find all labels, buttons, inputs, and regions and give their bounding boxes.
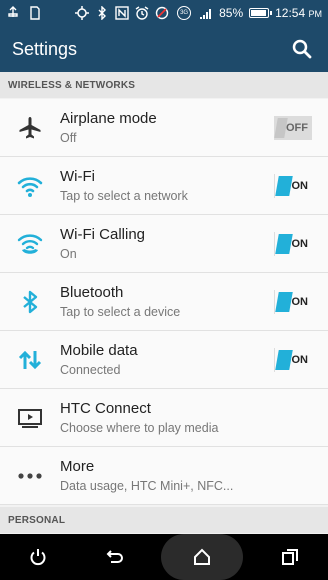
setting-htc-connect[interactable]: HTC Connect Choose where to play media [0, 389, 328, 447]
setting-subtitle: Data usage, HTC Mini+, NFC... [60, 479, 234, 493]
toggle-switch[interactable]: ON [274, 231, 312, 256]
toggle-knob [274, 117, 288, 138]
setting-subtitle: Choose where to play media [60, 421, 219, 435]
toggle-switch[interactable]: OFF [274, 115, 312, 140]
setting-subtitle: Connected [60, 363, 121, 377]
setting-subtitle: Tap to select a device [60, 305, 181, 319]
battery-icon [249, 8, 273, 18]
toggle-label: ON [291, 237, 309, 250]
toggle-knob [275, 175, 293, 196]
setting-more[interactable]: More Data usage, HTC Mini+, NFC... [0, 447, 328, 505]
toggle-knob [275, 233, 293, 254]
home-button[interactable] [161, 534, 244, 580]
bluetooth-icon [0, 273, 60, 331]
htc-connect-icon [0, 389, 60, 447]
setting-subtitle: On [60, 247, 77, 261]
setting-title: More [60, 458, 95, 475]
airplane-mode-toggle[interactable]: OFF [258, 99, 328, 157]
setting-text: Wi-Fi Tap to select a network [60, 168, 258, 203]
setting-text: More Data usage, HTC Mini+, NFC... [60, 458, 328, 493]
network-type-icon: 3G [175, 6, 193, 20]
toggle-label: OFF [286, 121, 308, 134]
setting-wifi-calling[interactable]: Wi-Fi Calling On ON [0, 215, 328, 273]
setting-mobile-data[interactable]: Mobile data Connected ON [0, 331, 328, 389]
setting-text: HTC Connect Choose where to play media [60, 400, 328, 435]
setting-title: HTC Connect [60, 400, 151, 417]
setting-subtitle: Tap to select a network [60, 189, 188, 203]
sim-card-icon [28, 6, 42, 20]
setting-text: Wi-Fi Calling On [60, 226, 258, 261]
navigation-bar [0, 534, 328, 580]
clock: 12:54 PM [275, 6, 322, 20]
toggle-knob [275, 349, 293, 370]
alarm-icon [135, 6, 149, 20]
wifi-toggle[interactable]: ON [258, 157, 328, 215]
wifi-calling-toggle[interactable]: ON [258, 215, 328, 273]
toggle-switch[interactable]: ON [274, 289, 312, 314]
mobile-data-toggle[interactable]: ON [258, 331, 328, 389]
back-button[interactable] [85, 534, 145, 580]
mobile-data-icon [0, 331, 60, 389]
network-type-label: 3G [180, 10, 189, 16]
recents-button[interactable] [260, 534, 320, 580]
toggle-label: ON [291, 295, 309, 308]
setting-title: Mobile data [60, 342, 138, 359]
settings-list: Airplane mode Off OFF Wi-Fi Tap to selec… [0, 99, 328, 505]
status-bar: 3G 85% 12:54 PM [0, 0, 328, 26]
power-button[interactable] [8, 534, 68, 580]
section-header-wireless: WIRELESS & NETWORKS [0, 72, 328, 98]
back-icon [106, 550, 123, 563]
setting-title: Airplane mode [60, 110, 157, 127]
bluetooth-icon [95, 6, 109, 20]
setting-bluetooth[interactable]: Bluetooth Tap to select a device ON [0, 273, 328, 331]
setting-text: Mobile data Connected [60, 342, 258, 377]
power-icon [30, 549, 46, 566]
setting-title: Bluetooth [60, 284, 124, 301]
setting-text: Airplane mode Off [60, 110, 258, 145]
signal-icon [199, 6, 213, 20]
toggle-label: ON [291, 353, 309, 366]
usb-icon [6, 6, 20, 20]
toggle-switch[interactable]: ON [274, 347, 312, 372]
app-bar: Settings [0, 26, 328, 72]
more-icon [0, 447, 60, 505]
clock-time: 12:54 [275, 6, 306, 20]
battery-percent: 85% [219, 6, 244, 20]
toggle-knob [275, 291, 293, 312]
toggle-switch[interactable]: ON [274, 173, 312, 198]
setting-title: Wi-Fi [60, 168, 95, 185]
nfc-icon [115, 6, 129, 20]
status-left-icons [6, 6, 42, 20]
wifi-calling-icon [0, 215, 60, 273]
setting-text: Bluetooth Tap to select a device [60, 284, 258, 319]
section-header-personal: PERSONAL [0, 507, 328, 533]
home-icon [194, 548, 211, 565]
toggle-label: ON [291, 179, 309, 192]
setting-title: Wi-Fi Calling [60, 226, 146, 243]
gps-icon [75, 6, 90, 20]
recents-icon [281, 549, 298, 565]
status-right-icons: 3G 85% 12:54 PM [75, 6, 322, 20]
setting-airplane-mode[interactable]: Airplane mode Off OFF [0, 99, 328, 157]
clock-suffix: PM [308, 9, 323, 19]
setting-subtitle: Off [60, 131, 77, 145]
page-title: Settings [12, 38, 78, 59]
bluetooth-toggle[interactable]: ON [258, 273, 328, 331]
airplane-icon [0, 99, 60, 157]
wifi-icon [0, 157, 60, 215]
setting-wifi[interactable]: Wi-Fi Tap to select a network ON [0, 157, 328, 215]
search-icon [292, 39, 312, 59]
search-button[interactable] [288, 35, 316, 63]
data-saver-icon [155, 6, 169, 20]
